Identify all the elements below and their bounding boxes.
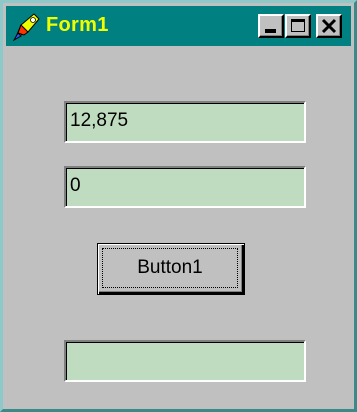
maximize-button[interactable] [285,14,311,38]
minimize-button[interactable] [258,14,284,38]
maximize-icon [291,19,305,32]
minimize-icon [265,29,276,33]
close-icon [321,18,337,34]
button1[interactable]: Button1 [97,243,245,295]
close-button[interactable] [316,14,342,38]
form-window: Form1 12,875 0 Button1 [0,0,357,412]
text-field-1[interactable]: 12,875 [64,101,306,143]
text-field-2[interactable]: 0 [64,166,306,208]
title-bar[interactable]: Form1 [6,6,351,46]
button1-label: Button1 [102,248,238,288]
app-icon [12,13,40,41]
window-title: Form1 [46,14,109,36]
text-field-3[interactable] [64,340,306,382]
